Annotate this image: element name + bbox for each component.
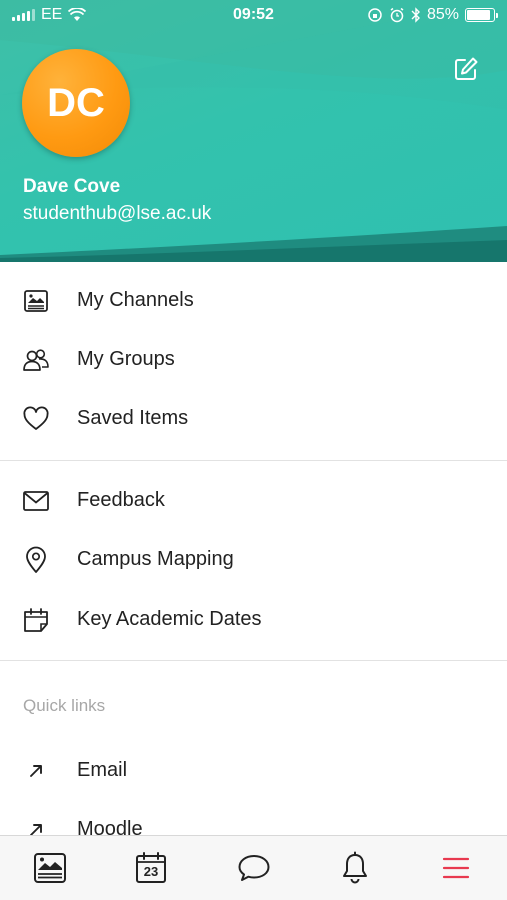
calendar-day-label: 23 xyxy=(143,864,159,879)
tab-calendar[interactable]: 23 xyxy=(133,850,169,886)
edit-profile-button[interactable] xyxy=(452,55,480,83)
user-email: studenthub@lse.ac.uk xyxy=(23,203,212,224)
location-pin-icon xyxy=(21,545,51,575)
avatar-initials: DC xyxy=(47,80,105,125)
menu-label: My Groups xyxy=(77,348,175,370)
bottom-tab-bar: 23 xyxy=(0,835,507,900)
external-link-icon xyxy=(21,756,51,786)
rotation-lock-icon xyxy=(368,8,382,22)
tab-notifications[interactable] xyxy=(337,850,373,886)
heart-icon xyxy=(21,404,51,434)
section-divider xyxy=(0,660,507,661)
battery-icon xyxy=(465,8,498,22)
section-divider xyxy=(0,460,507,461)
menu-label: Saved Items xyxy=(77,407,189,429)
menu-item-key-academic-dates[interactable]: Key Academic Dates xyxy=(0,590,507,649)
chat-icon xyxy=(238,855,270,881)
user-name: Dave Cove xyxy=(23,176,121,197)
menu-label: Campus Mapping xyxy=(77,548,234,570)
menu-item-my-groups[interactable]: My Groups xyxy=(0,330,507,389)
bell-icon xyxy=(343,851,367,884)
quick-link-email[interactable]: Email xyxy=(0,741,507,800)
avatar[interactable]: DC xyxy=(22,49,130,157)
bluetooth-icon xyxy=(411,7,420,23)
menu-icon xyxy=(442,857,470,879)
battery-percent: 85% xyxy=(426,6,459,23)
edit-icon xyxy=(455,57,478,80)
feed-icon xyxy=(34,853,66,883)
menu-label: Feedback xyxy=(77,489,165,511)
menu-item-my-channels[interactable]: My Channels xyxy=(0,271,507,330)
menu-item-saved-items[interactable]: Saved Items xyxy=(0,389,507,448)
menu-item-campus-mapping[interactable]: Campus Mapping xyxy=(0,530,507,589)
tab-feed[interactable] xyxy=(32,850,68,886)
status-bar: EE 09:52 85% xyxy=(0,0,507,32)
menu-label: Email xyxy=(77,759,128,781)
groups-icon xyxy=(21,345,51,375)
envelope-icon xyxy=(21,486,51,516)
menu-item-feedback[interactable]: Feedback xyxy=(0,471,507,530)
profile-header: EE 09:52 85% DC Dave Cove studenthub@lse… xyxy=(0,0,507,262)
menu-label: Key Academic Dates xyxy=(77,608,262,630)
status-right: 85% xyxy=(367,6,498,24)
calendar-icon xyxy=(21,605,51,635)
menu-label: My Channels xyxy=(77,289,194,311)
tab-messages[interactable] xyxy=(236,850,272,886)
quick-links-heading: Quick links xyxy=(23,696,106,715)
alarm-icon xyxy=(390,7,404,23)
channels-icon xyxy=(21,286,51,316)
tab-menu[interactable] xyxy=(438,850,474,886)
